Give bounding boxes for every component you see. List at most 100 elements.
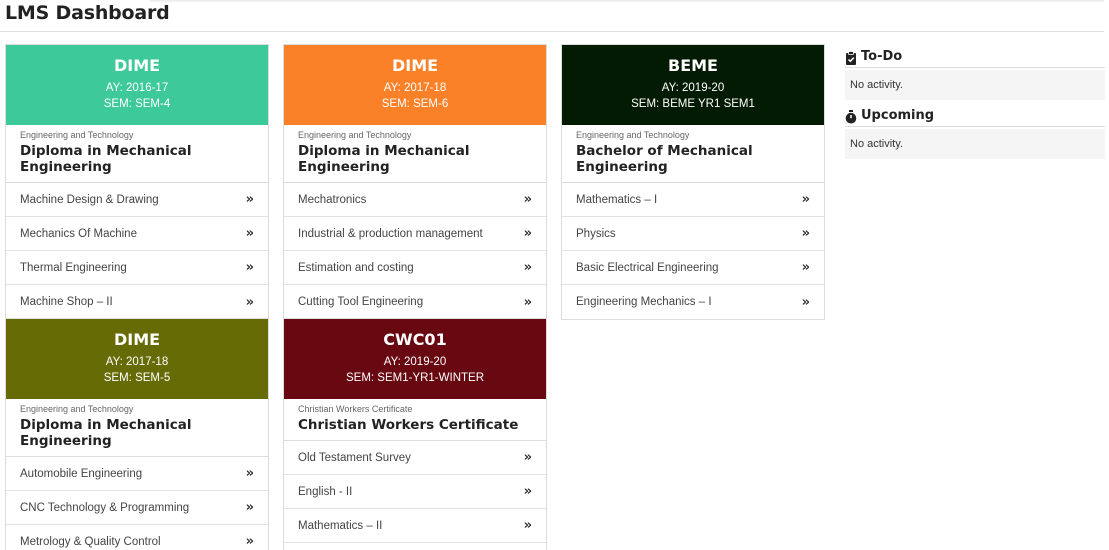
card-program[interactable]: Bachelor of Mechanical Engineering <box>576 143 776 175</box>
card-program[interactable]: Diploma in Mechanical Engineering <box>20 143 254 175</box>
program-card: DIME AY: 2016-17 SEM: SEM-4 Engineering … <box>5 44 269 320</box>
course-name: CNC Technology & Programming <box>20 501 190 514</box>
program-card: DIME AY: 2017-18 SEM: SEM-5 Engineering … <box>5 318 269 550</box>
course-name: Machine Shop – II <box>20 296 113 308</box>
card-code: CWC01 <box>383 330 447 349</box>
course-item[interactable]: Automobile Engineering » <box>6 457 268 491</box>
todo-title: To-Do <box>861 49 903 64</box>
course-item[interactable]: Mathematics – I » <box>562 183 824 217</box>
card-info: Engineering and Technology Diploma in Me… <box>284 125 546 183</box>
course-item[interactable]: Machine Shop – II » <box>6 285 268 319</box>
card-header[interactable]: DIME AY: 2016-17 SEM: SEM-4 <box>6 45 268 125</box>
double-chevron-right-icon: » <box>523 484 532 499</box>
course-list: Old Testament Survey » English - II » Math… <box>284 441 546 543</box>
todo-empty-text: No activity. <box>850 79 903 91</box>
card-semester: SEM: SEM-6 <box>381 98 449 110</box>
course-name: Mathematics – II <box>298 519 383 532</box>
double-chevron-right-icon: » <box>245 534 254 549</box>
double-chevron-right-icon: » <box>523 260 532 275</box>
card-header[interactable]: DIME AY: 2017-18 SEM: SEM-6 <box>284 45 546 125</box>
todo-empty-state: No activity. <box>845 70 1105 100</box>
todo-panel: To-Do No activity. <box>845 48 1105 100</box>
course-item[interactable]: Mechatronics » <box>284 183 546 217</box>
course-name: Basic Electrical Engineering <box>576 261 719 274</box>
card-department: Engineering and Technology <box>576 130 690 140</box>
card-department: Engineering and Technology <box>20 130 134 140</box>
card-header[interactable]: CWC01 AY: 2019-20 SEM: SEM1-YR1-WINTER <box>284 319 546 399</box>
course-item[interactable]: Metrology & Quality Control » <box>6 525 268 550</box>
course-name: Estimation and costing <box>298 261 414 274</box>
card-header[interactable]: BEME AY: 2019-20 SEM: BEME YR1 SEM1 <box>562 45 824 125</box>
course-item[interactable]: Basic Electrical Engineering » <box>562 251 824 285</box>
course-item[interactable]: Industrial & production management » <box>284 217 546 251</box>
course-item[interactable]: Engineering Mechanics – I » <box>562 285 824 319</box>
course-list: Mechatronics » Industrial & production ma… <box>284 183 546 319</box>
double-chevron-right-icon: » <box>801 226 810 241</box>
card-academic-year: AY: 2019-20 <box>661 82 725 94</box>
course-name: English - II <box>298 485 353 498</box>
double-chevron-right-icon: » <box>523 450 532 465</box>
course-item[interactable]: English - II » <box>284 475 546 509</box>
upcoming-header: Upcoming <box>845 107 1105 127</box>
course-item[interactable]: Thermal Engineering » <box>6 251 268 285</box>
card-program[interactable]: Christian Workers Certificate <box>298 417 532 433</box>
card-program[interactable]: Diploma in Mechanical Engineering <box>298 143 532 175</box>
card-info: Engineering and Technology Bachelor of M… <box>562 125 824 183</box>
double-chevron-right-icon: » <box>245 294 254 310</box>
card-academic-year: AY: 2016-17 <box>105 82 169 94</box>
course-item[interactable]: Mathematics – II » <box>284 509 546 543</box>
course-item[interactable]: Physics » <box>562 217 824 251</box>
double-chevron-right-icon: » <box>523 518 532 533</box>
upcoming-empty-state: No activity. <box>845 129 1105 159</box>
card-semester: SEM: SEM-4 <box>103 98 171 110</box>
card-department: Engineering and Technology <box>20 404 134 414</box>
course-name: Industrial & production management <box>298 227 483 240</box>
course-name: Automobile Engineering <box>20 467 143 480</box>
card-academic-year: AY: 2017-18 <box>383 82 447 94</box>
header-shadow <box>150 0 1104 3</box>
course-item[interactable]: Old Testament Survey » <box>284 441 546 475</box>
title-divider <box>0 31 1104 32</box>
card-info: Christian Workers Certificate Christian … <box>284 399 546 441</box>
double-chevron-right-icon: » <box>801 192 810 207</box>
course-item[interactable]: Cutting Tool Engineering » <box>284 285 546 319</box>
program-card: DIME AY: 2017-18 SEM: SEM-6 Engineering … <box>283 44 547 320</box>
card-header[interactable]: DIME AY: 2017-18 SEM: SEM-5 <box>6 319 268 399</box>
upcoming-title: Upcoming <box>861 108 935 123</box>
course-name: Cutting Tool Engineering <box>298 296 424 308</box>
todo-header: To-Do <box>845 48 1105 68</box>
upcoming-panel: Upcoming No activity. <box>845 107 1105 159</box>
upcoming-empty-text: No activity. <box>850 138 903 150</box>
card-academic-year: AY: 2019-20 <box>383 356 447 368</box>
card-semester: SEM: SEM1-YR1-WINTER <box>345 372 484 384</box>
double-chevron-right-icon: » <box>245 466 254 481</box>
double-chevron-right-icon: » <box>523 226 532 241</box>
course-list: Machine Design & Drawing » Mechanics Of M… <box>6 183 268 319</box>
course-name: Mechanics Of Machine <box>20 227 137 240</box>
double-chevron-right-icon: » <box>801 260 810 275</box>
course-name: Mechatronics <box>298 193 367 206</box>
card-code: DIME <box>113 330 161 349</box>
card-semester: SEM: SEM-5 <box>103 372 171 384</box>
course-item[interactable]: Estimation and costing » <box>284 251 546 285</box>
card-program[interactable]: Diploma in Mechanical Engineering <box>20 417 254 449</box>
card-info: Engineering and Technology Diploma in Me… <box>6 399 268 457</box>
course-item[interactable]: CNC Technology & Programming » <box>6 491 268 525</box>
card-code: DIME <box>113 56 161 75</box>
course-name: Old Testament Survey <box>298 451 411 464</box>
course-item[interactable]: Machine Design & Drawing » <box>6 183 268 217</box>
double-chevron-right-icon: » <box>245 260 254 275</box>
double-chevron-right-icon: » <box>523 192 532 207</box>
double-chevron-right-icon: » <box>801 294 810 310</box>
card-code: BEME <box>668 56 718 75</box>
card-academic-year: AY: 2017-18 <box>105 356 169 368</box>
card-semester: SEM: BEME YR1 SEM1 <box>631 98 755 110</box>
course-name: Engineering Mechanics – I <box>576 296 712 308</box>
card-code: DIME <box>391 56 439 75</box>
double-chevron-right-icon: » <box>245 226 254 241</box>
course-item[interactable]: Mechanics Of Machine » <box>6 217 268 251</box>
course-name: Machine Design & Drawing <box>20 193 159 206</box>
card-department: Engineering and Technology <box>298 130 412 140</box>
course-list: Mathematics – I » Physics » Basic Electric… <box>562 183 824 319</box>
program-card: BEME AY: 2019-20 SEM: BEME YR1 SEM1 Engi… <box>561 44 825 320</box>
